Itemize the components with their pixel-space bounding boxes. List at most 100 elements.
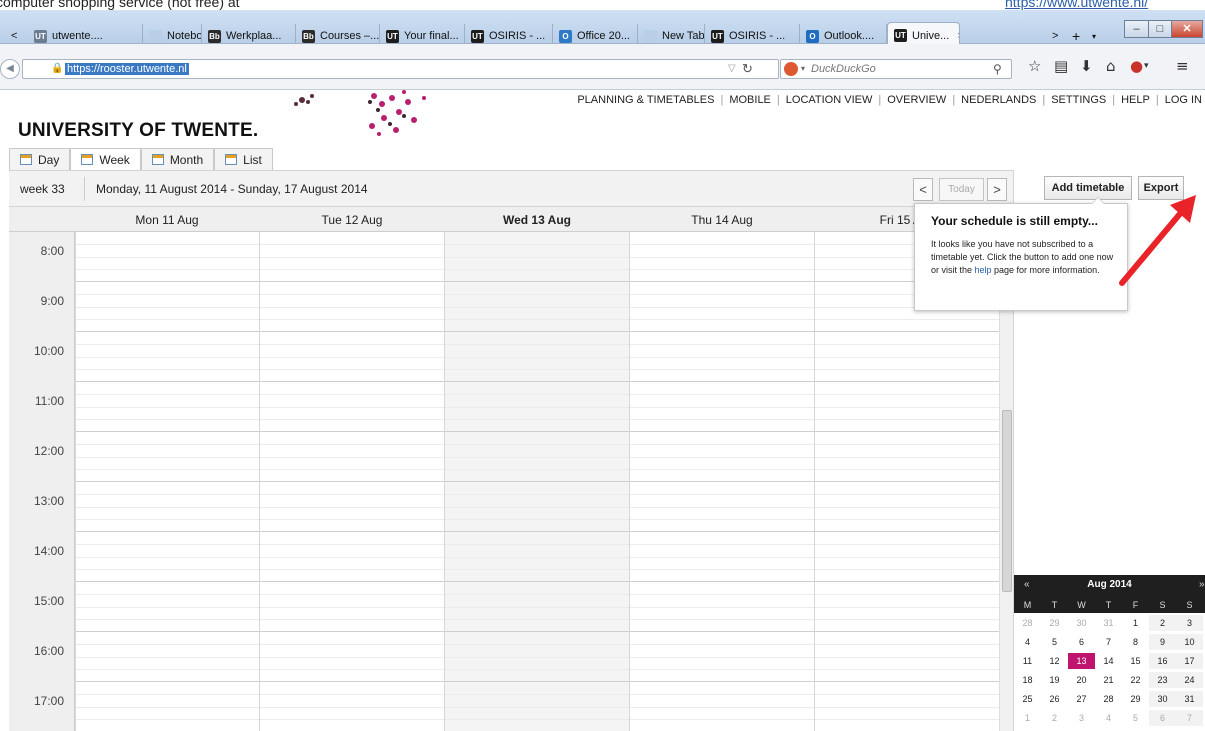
calendar-day[interactable]: 31: [1176, 691, 1203, 707]
hour-row[interactable]: 8:00: [9, 232, 999, 282]
hour-row[interactable]: 13:00: [9, 482, 999, 532]
calendar-day[interactable]: 1: [1014, 710, 1041, 726]
hour-label: 12:00: [9, 432, 75, 482]
home-icon[interactable]: ⌂: [1106, 57, 1116, 75]
close-tab-icon[interactable]: ×: [957, 30, 959, 42]
date-range: Monday, 11 August 2014 - Sunday, 17 Augu…: [96, 182, 368, 196]
weekday-label: T: [1051, 600, 1058, 610]
calendar-day[interactable]: 29: [1122, 691, 1149, 707]
calendar-day[interactable]: 7: [1095, 634, 1122, 650]
hour-row[interactable]: 17:00: [9, 682, 999, 731]
calendar-day[interactable]: 22: [1122, 672, 1149, 688]
calendar-day[interactable]: 12: [1041, 653, 1068, 669]
calendar-day[interactable]: 5: [1041, 634, 1068, 650]
search-icon[interactable]: ⚲: [993, 62, 1002, 76]
download-icon[interactable]: ⬇: [1080, 57, 1093, 75]
hour-row[interactable]: 12:00: [9, 432, 999, 482]
calendar-day[interactable]: 9: [1149, 634, 1176, 650]
calendar-icon: [81, 154, 94, 165]
top-link-settings[interactable]: SETTINGS: [1051, 94, 1106, 106]
calendar-day[interactable]: 27: [1068, 691, 1095, 707]
calendar-day[interactable]: 21: [1095, 672, 1122, 688]
flower-decoration: [294, 90, 426, 136]
calendar-day[interactable]: 19: [1041, 672, 1068, 688]
calendar-day[interactable]: 26: [1041, 691, 1068, 707]
calendar-day[interactable]: 31: [1095, 615, 1122, 631]
calendar-day[interactable]: 25: [1014, 691, 1041, 707]
tab-month[interactable]: Month: [140, 148, 215, 170]
scrollbar-thumb[interactable]: [1002, 410, 1012, 592]
calendar-day[interactable]: 4: [1014, 634, 1041, 650]
calendar-day[interactable]: 15: [1122, 653, 1149, 669]
top-link-mobile[interactable]: MOBILE: [729, 94, 771, 106]
tab-list[interactable]: List: [214, 148, 273, 170]
calendar-day[interactable]: 30: [1068, 615, 1095, 631]
calendar-day[interactable]: 10: [1176, 634, 1203, 650]
calendar-day[interactable]: 1: [1122, 615, 1149, 631]
calendar-day[interactable]: 28: [1095, 691, 1122, 707]
back-button[interactable]: ◀: [0, 59, 20, 79]
calendar-day[interactable]: 8: [1122, 634, 1149, 650]
top-link-location-view[interactable]: LOCATION VIEW: [786, 94, 873, 106]
reload-icon[interactable]: ↻: [742, 61, 753, 77]
weekday-label: T: [1105, 600, 1112, 610]
hour-row[interactable]: 11:00: [9, 382, 999, 432]
top-link-help[interactable]: HELP: [1121, 94, 1150, 106]
top-link-overview[interactable]: OVERVIEW: [887, 94, 946, 106]
help-link[interactable]: help: [975, 265, 992, 275]
calendar-day[interactable]: 2: [1149, 615, 1176, 631]
top-link-nederlands[interactable]: NEDERLANDS: [961, 94, 1036, 106]
hour-row[interactable]: 15:00: [9, 582, 999, 632]
close-window-button[interactable]: ✕: [1171, 20, 1203, 38]
calendar-day[interactable]: 29: [1041, 615, 1068, 631]
tab-label: Werkplaa...: [226, 30, 282, 42]
minimize-button[interactable]: –: [1124, 20, 1149, 38]
doc-link[interactable]: https://www.utwente.nl/: [1005, 0, 1148, 10]
tab-favicon-icon: [149, 29, 162, 43]
reading-list-icon[interactable]: ▤: [1054, 57, 1068, 75]
calendar-day[interactable]: 13: [1068, 653, 1095, 669]
top-link-planning-timetables[interactable]: PLANNING & TIMETABLES: [577, 94, 714, 106]
university-logo[interactable]: UNIVERSITY OF TWENTE.: [18, 120, 258, 142]
calendar-day[interactable]: 3: [1176, 615, 1203, 631]
calendar-day[interactable]: 30: [1149, 691, 1176, 707]
tab-favicon-icon: O: [806, 29, 819, 43]
tab-day[interactable]: Day: [9, 148, 71, 170]
next-week-button[interactable]: >: [987, 178, 1007, 201]
calendar-day[interactable]: 24: [1176, 672, 1203, 688]
dropdown-icon[interactable]: ▽: [728, 63, 736, 74]
adblock-icon[interactable]: ●: [1130, 57, 1143, 75]
calendar-day[interactable]: 2: [1041, 710, 1068, 726]
next-month-button[interactable]: »: [1199, 579, 1205, 590]
calendar-day[interactable]: 4: [1095, 710, 1122, 726]
calendar-day[interactable]: 14: [1095, 653, 1122, 669]
maximize-button[interactable]: □: [1148, 20, 1172, 38]
calendar-day[interactable]: 18: [1014, 672, 1041, 688]
tab-week[interactable]: Week: [70, 148, 141, 170]
popup-title: Your schedule is still empty...: [931, 214, 1098, 228]
calendar-day[interactable]: 6: [1149, 710, 1176, 726]
top-link-log-in[interactable]: LOG IN: [1165, 94, 1202, 106]
calendar-day[interactable]: 17: [1176, 653, 1203, 669]
previous-week-button[interactable]: <: [913, 178, 933, 201]
calendar-day[interactable]: 5: [1122, 710, 1149, 726]
calendar-day[interactable]: 7: [1176, 710, 1203, 726]
hour-row[interactable]: 10:00: [9, 332, 999, 382]
calendar-day[interactable]: 28: [1014, 615, 1041, 631]
calendar-day[interactable]: 16: [1149, 653, 1176, 669]
hour-row[interactable]: 9:00: [9, 282, 999, 332]
search-placeholder: DuckDuckGo: [811, 63, 876, 75]
search-input[interactable]: ▾ DuckDuckGo ⚲: [780, 59, 1012, 79]
tab-favicon-icon: UT: [894, 29, 907, 42]
calendar-day[interactable]: 11: [1014, 653, 1041, 669]
menu-icon[interactable]: ≡: [1176, 57, 1189, 75]
url-bar[interactable]: 🔒 https://rooster.utwente.nl ▽ ↻: [22, 59, 779, 79]
calendar-day[interactable]: 20: [1068, 672, 1095, 688]
calendar-day[interactable]: 6: [1068, 634, 1095, 650]
calendar-day[interactable]: 3: [1068, 710, 1095, 726]
today-button[interactable]: Today: [939, 178, 984, 201]
hour-row[interactable]: 16:00: [9, 632, 999, 682]
calendar-day[interactable]: 23: [1149, 672, 1176, 688]
hour-row[interactable]: 14:00: [9, 532, 999, 582]
bookmark-star-icon[interactable]: ☆: [1028, 57, 1041, 75]
